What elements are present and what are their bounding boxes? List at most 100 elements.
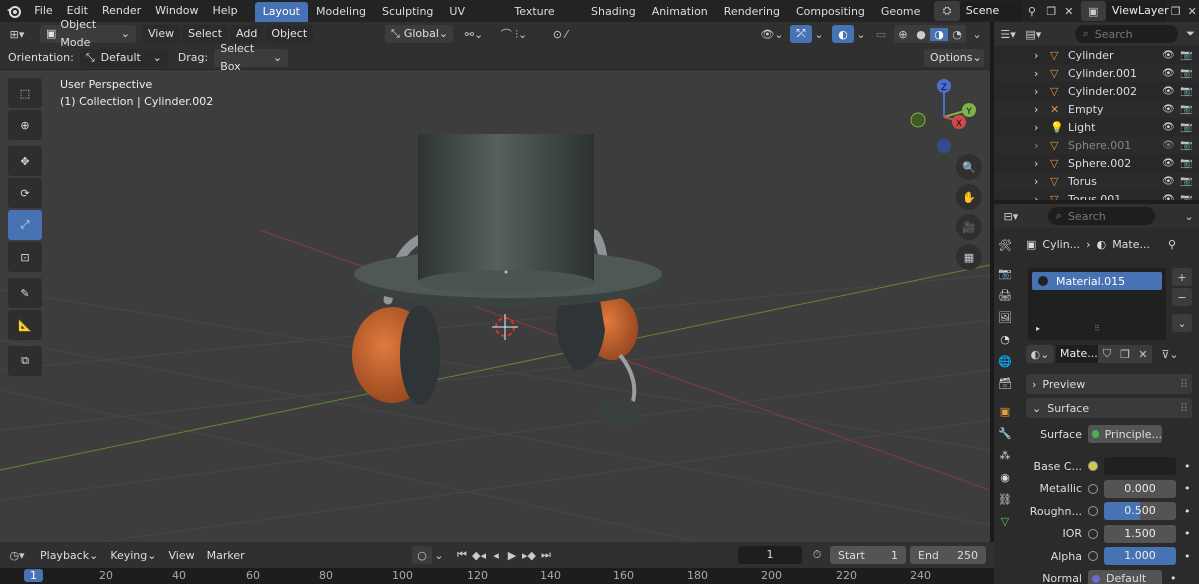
jump-start-icon[interactable]: ⏮ [454,548,470,562]
tab-animation[interactable]: Animation [644,2,716,22]
tab-rendering[interactable]: Rendering [716,2,788,22]
proportional-edit-icon[interactable]: ⊙ ⁄ [540,25,580,43]
eye-icon[interactable]: 👁 [1162,86,1175,97]
camera-view-icon[interactable]: 🎥 [956,214,982,240]
material-shading-icon[interactable]: ◑ [930,27,948,41]
preview-panel-header[interactable]: › Preview ⠿ [1026,374,1192,394]
surface-panel-header[interactable]: ⌄ Surface ⠿ [1026,398,1192,418]
orientation-select[interactable]: ⤡ Default ⌄ [79,48,168,67]
gizmo-toggle-icon[interactable]: ⤱ [790,25,812,43]
outliner-type-icon[interactable]: ☰▾ [994,28,1022,41]
outliner-item[interactable]: › ▽ Torus.001 👁 📷 [994,190,1199,201]
new-view-layer-icon[interactable]: ❐ [1166,5,1185,18]
eye-icon[interactable]: 👁 [1162,68,1175,79]
solid-shading-icon[interactable]: ● [912,28,930,41]
keyframe-dot-icon[interactable]: • [1184,527,1191,540]
socket-dot-icon[interactable] [1088,506,1098,516]
view-layer-tab-icon[interactable]: 🖼 [994,306,1016,328]
outliner-search[interactable]: ⌕ Search [1074,25,1179,43]
outliner-item[interactable]: › ▽ Cylinder 👁 📷 [994,46,1199,64]
start-frame-field[interactable]: Start 1 [830,546,906,564]
modifier-tab-icon[interactable]: 🔧 [994,422,1016,444]
perspective-grid-icon[interactable]: ▦ [956,244,982,270]
eye-icon[interactable]: 👁 [1162,194,1175,201]
chevron-down-icon[interactable]: ⌄ [970,25,984,43]
camera-icon[interactable]: 📷 [1180,176,1192,187]
annotate-tool[interactable]: ✎ [8,278,42,308]
expand-arrow-icon[interactable]: › [1034,85,1038,98]
timeline-menu-keying[interactable]: Keying ⌄ [104,549,162,562]
chevron-down-icon[interactable]: ⌄ [1179,210,1199,223]
eye-icon[interactable]: 👁 [1162,176,1175,187]
cursor-tool[interactable]: ⊕ [8,110,42,140]
scale-tool[interactable]: ⤢ [8,210,42,240]
eye-icon[interactable]: 👁 [1162,122,1175,133]
add-cube-tool[interactable]: ⧉ [8,346,42,376]
zoom-icon[interactable]: 🔍 [956,154,982,180]
chevron-down-icon[interactable]: ⌄ [812,25,826,43]
xray-icon[interactable]: ▭ [872,25,890,43]
expand-arrow-icon[interactable]: › [1034,157,1038,170]
camera-icon[interactable]: 📷 [1180,86,1192,97]
camera-icon[interactable]: 📷 [1180,158,1192,169]
chevron-down-icon[interactable]: ⌄ [432,549,446,562]
viewport-menu-view[interactable]: View [142,25,181,43]
tab-modeling[interactable]: Modeling [308,2,374,22]
timeline-type-icon[interactable]: ◷▾ [0,549,34,562]
measure-tool[interactable]: 📐 [8,310,42,340]
particles-tab-icon[interactable]: ⁂ [994,444,1016,466]
eye-icon[interactable]: 👁 [1162,50,1175,61]
fake-user-icon[interactable]: ⛉ [1098,345,1116,363]
display-mode-icon[interactable]: ▤▾ [1022,28,1044,41]
transform-tool[interactable]: ⊡ [8,242,42,272]
slot-menu-icon[interactable]: ⌄ [1172,314,1192,332]
new-scene-icon[interactable]: ❐ [1042,5,1061,18]
eye-icon[interactable]: 👁 [1162,158,1175,169]
play-icon[interactable]: ▶ [504,549,520,562]
filter-icon[interactable]: ⏷ [1182,27,1199,41]
outliner-item[interactable]: › 💡 Light 👁 📷 [994,118,1199,136]
tab-shading[interactable]: Shading [583,2,644,22]
scene-tab-icon[interactable]: ◔ [994,328,1016,350]
link-type-icon[interactable]: ⊽⌄ [1156,345,1184,363]
timeline-menu-view[interactable]: View [162,549,200,562]
socket-dot-icon[interactable] [1088,461,1098,471]
material-browse-icon[interactable]: ◐⌄ [1026,345,1054,363]
tab-texture-paint[interactable]: Texture Paint [506,2,583,38]
outliner-item[interactable]: › ▽ Torus 👁 📷 [994,172,1199,190]
resize-handle-icon[interactable]: ⠿ [1094,324,1100,333]
duplicate-icon[interactable]: ❐ [1116,345,1134,363]
output-tab-icon[interactable]: 🖨 [994,284,1016,306]
stopwatch-icon[interactable]: ⏱ [808,548,826,562]
constraints-tab-icon[interactable]: ⛓ [994,488,1016,510]
object-tab-icon[interactable]: ▣ [994,400,1016,422]
camera-icon[interactable]: 📷 [1180,194,1192,201]
outliner-item[interactable]: › ▽ Sphere.001 👁 📷 [994,136,1199,154]
keyframe-dot-icon[interactable]: • [1170,572,1177,584]
prev-keyframe-icon[interactable]: ◆◂ [470,549,488,562]
jump-end-icon[interactable]: ⏭ [538,548,554,562]
scene-icon[interactable]: ⛭ [934,1,960,21]
keyframe-dot-icon[interactable]: • [1184,550,1191,563]
visibility-icon[interactable]: 👁⌄ [758,25,786,43]
outliner-item[interactable]: › ▽ Cylinder.001 👁 📷 [994,64,1199,82]
socket-dot-icon[interactable] [1088,551,1098,561]
select-box-tool[interactable]: ⬚ [8,78,42,108]
expand-triangle-icon[interactable]: ▸ [1036,324,1040,333]
unlink-icon[interactable]: ✕ [1134,345,1152,363]
remove-view-layer-icon[interactable]: ✕ [1185,5,1199,18]
pin-icon[interactable]: ⚲ [1022,5,1041,18]
options-button[interactable]: Options ⌄ [924,48,984,67]
transform-orientation-select[interactable]: ⤡ Global ⌄ [385,25,453,43]
collection-tab-icon[interactable]: 🗃 [994,372,1016,394]
overlay-toggle-icon[interactable]: ◐ [832,25,854,43]
expand-arrow-icon[interactable]: › [1034,139,1038,152]
link-value-field[interactable]: Default [1088,569,1162,584]
3d-viewport[interactable]: Z Y X User Perspective (1) Collection | … [0,70,990,542]
rendered-shading-icon[interactable]: ◔ [948,28,966,41]
mode-select[interactable]: ▣ Object Mode ⌄ [40,18,136,49]
expand-arrow-icon[interactable]: › [1034,193,1038,201]
socket-dot-icon[interactable] [1088,483,1098,494]
material-name-field[interactable]: Mate... [1056,345,1098,363]
chevron-down-icon[interactable]: ⌄ [854,25,868,43]
